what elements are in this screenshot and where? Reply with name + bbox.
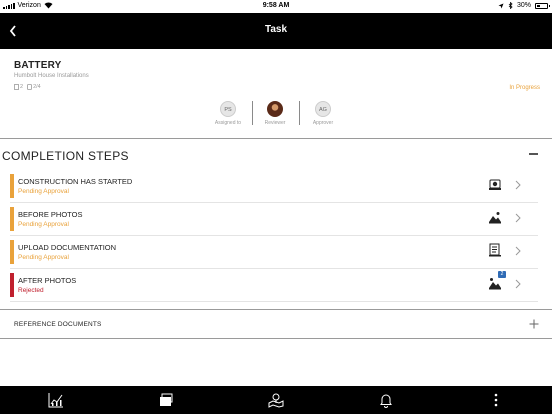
tab-bar xyxy=(0,386,552,414)
assignee[interactable]: PS Assigned to xyxy=(210,101,246,126)
task-title: BATTERY xyxy=(14,60,62,71)
step-status-bar xyxy=(10,240,14,264)
step-state: Pending Approval xyxy=(18,254,69,261)
chevron-right-icon xyxy=(515,213,521,223)
reference-documents-row[interactable]: REFERENCE DOCUMENTS xyxy=(0,309,552,339)
step-badge: 2 xyxy=(498,271,506,278)
step-status-bar xyxy=(10,174,14,198)
assignee-role: Assigned to xyxy=(214,120,242,126)
nav-title: Task xyxy=(264,24,288,35)
step-row[interactable]: BEFORE PHOTOS Pending Approval xyxy=(10,204,538,236)
step-row[interactable]: UPLOAD DOCUMENTATION Pending Approval xyxy=(10,237,538,269)
step-state: Pending Approval xyxy=(18,188,69,195)
battery-percent: 30% xyxy=(516,2,531,9)
status-time: 9:58 AM xyxy=(262,2,290,9)
more-icon[interactable] xyxy=(488,392,504,408)
task-meta: 2 2/4 xyxy=(14,84,41,90)
photo-multi-icon xyxy=(489,278,501,290)
checklist-count: 2/4 xyxy=(33,84,41,90)
step-row[interactable]: AFTER PHOTOS Rejected 2 xyxy=(10,270,538,302)
task-subtitle: Humbolt House Installations xyxy=(14,73,89,79)
step-row[interactable]: CONSTRUCTION HAS STARTED Pending Approva… xyxy=(10,171,538,203)
people-divider xyxy=(299,101,300,125)
location-icon xyxy=(498,3,504,8)
chevron-right-icon xyxy=(515,279,521,289)
chart-icon[interactable] xyxy=(48,392,64,408)
step-state: Pending Approval xyxy=(18,221,69,228)
step-status-bar xyxy=(10,273,14,297)
task-card: BATTERY Humbolt House Installations 2 2/… xyxy=(0,49,552,139)
step-name: CONSTRUCTION HAS STARTED xyxy=(18,177,133,186)
reviewer-avatar xyxy=(267,101,283,117)
folders-icon[interactable] xyxy=(158,392,174,408)
reviewer-role: Reviewer xyxy=(264,120,286,126)
nav-bar: Task xyxy=(0,13,552,49)
reference-documents-label: REFERENCE DOCUMENTS xyxy=(14,321,102,328)
reviewer[interactable]: Reviewer xyxy=(257,101,293,126)
plus-icon[interactable] xyxy=(529,319,539,329)
bluetooth-icon xyxy=(508,2,513,9)
checklist-icon xyxy=(27,84,32,90)
completion-steps: COMPLETION STEPS CONSTRUCTION HAS STARTE… xyxy=(0,139,552,309)
status-right: 30% xyxy=(498,2,550,9)
approver-avatar: AG xyxy=(315,101,331,117)
map-icon[interactable] xyxy=(268,392,284,408)
task-people: PS Assigned to Reviewer AG Approver xyxy=(210,101,340,129)
chevron-right-icon xyxy=(515,180,521,190)
attachment-icon xyxy=(14,84,19,90)
approver-role: Approver xyxy=(312,120,334,126)
step-name: BEFORE PHOTOS xyxy=(18,210,83,219)
collapse-icon[interactable] xyxy=(529,153,538,155)
document-icon xyxy=(489,243,501,257)
attachments-count: 2 xyxy=(20,84,24,90)
attachments-meta: 2 xyxy=(14,84,23,90)
task-status: In Progress xyxy=(509,85,540,91)
step-name: UPLOAD DOCUMENTATION xyxy=(18,243,117,252)
step-state: Rejected xyxy=(18,287,44,294)
checklist-meta: 2/4 xyxy=(27,84,41,90)
step-name: AFTER PHOTOS xyxy=(18,276,77,285)
photo-icon xyxy=(489,212,501,224)
people-divider xyxy=(252,101,253,125)
approver[interactable]: AG Approver xyxy=(305,101,341,126)
camera-icon xyxy=(489,179,501,190)
bell-icon[interactable] xyxy=(378,392,394,408)
chevron-right-icon xyxy=(515,246,521,256)
status-bar: Verizon 9:58 AM 30% xyxy=(0,0,552,13)
step-status-bar xyxy=(10,207,14,231)
assignee-avatar: PS xyxy=(220,101,236,117)
battery-icon xyxy=(535,2,550,9)
completion-steps-header: COMPLETION STEPS xyxy=(2,149,129,163)
